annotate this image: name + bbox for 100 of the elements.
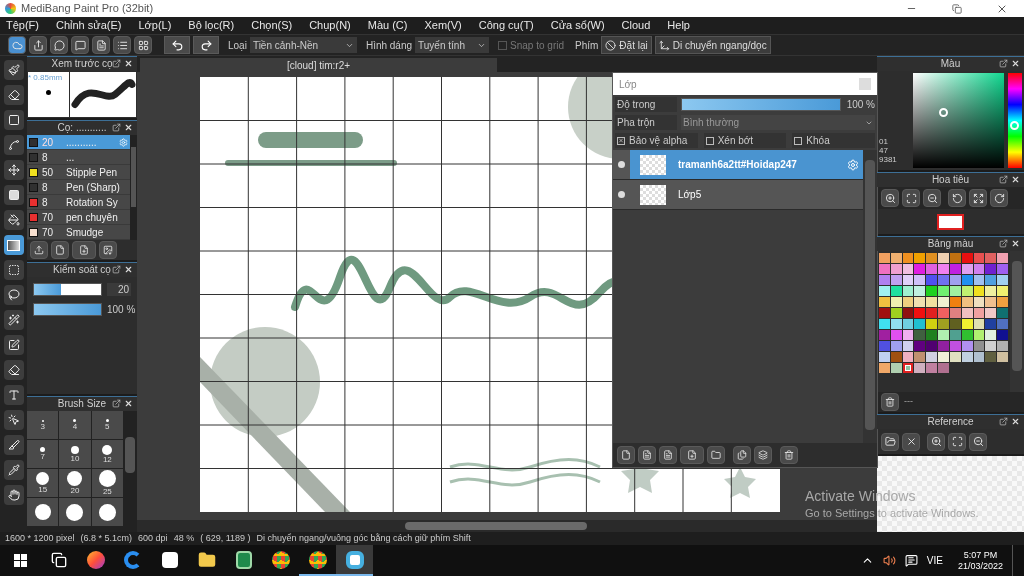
size-label: 15: [38, 485, 48, 494]
type-label: Loại: [228, 38, 247, 53]
panel-title: Màu: [940, 59, 961, 69]
opacity-label: Độ trong: [615, 97, 677, 112]
size-label: 25: [102, 487, 112, 496]
menu-item[interactable]: Tệp(F): [6, 17, 39, 34]
panel-title: Brush Size: [57, 399, 107, 409]
shape-dropdown[interactable]: Tuyến tính: [415, 37, 490, 53]
panel-title: Hoa tiêu: [931, 175, 970, 185]
type-value: Tiền cảnh-Nền: [252, 38, 319, 53]
clock[interactable]: 5:07 PM 21/03/2022: [957, 549, 1003, 572]
size-label: 7: [40, 452, 45, 461]
option-label: Khóa: [806, 134, 830, 148]
document-tab[interactable]: [cloud] tim:r2+: [140, 58, 497, 72]
date-text: 21/03/2022: [957, 560, 1003, 572]
reset-button[interactable]: Đặt lại: [601, 36, 652, 54]
brush-name: Pen (Sharp): [66, 180, 120, 195]
menu-item[interactable]: Cửa sổ(W): [550, 17, 605, 34]
brush-name: Smudge: [66, 225, 104, 240]
menu-item[interactable]: Chọn(S): [251, 17, 293, 34]
brush-size: 70: [42, 225, 55, 240]
opacity-value: 100 %: [845, 98, 875, 112]
option-label: Bảo vệ alpha: [629, 134, 688, 148]
snap-label: Snap to grid: [510, 38, 564, 53]
menu-item[interactable]: Cloud: [621, 17, 651, 34]
brush-row[interactable]: 8 Rotation Sy: [27, 195, 130, 210]
shape-label: Hình dáng: [365, 38, 413, 53]
size-label: 12: [102, 454, 112, 464]
layer-name: Lớp5: [678, 188, 702, 202]
menu-item[interactable]: Help: [667, 17, 690, 34]
option-checkbox[interactable]: Khóa: [792, 133, 875, 148]
blend-label: Pha trộn: [615, 115, 677, 130]
brush-size-text: * 0.85mm: [28, 72, 63, 84]
menu-item[interactable]: Lớp(L): [138, 17, 172, 34]
brush-row[interactable]: 70 pen chuyên: [27, 210, 130, 225]
language-indicator[interactable]: VIE: [926, 553, 943, 568]
panel-title: Bảng màu: [927, 239, 974, 249]
status-text: Di chuyển ngang/vuông góc bằng cách giữ phím Shift: [256, 531, 471, 545]
palette-footer-text: ---: [904, 395, 913, 409]
brush-size-cell[interactable]: 3: [27, 411, 59, 439]
menu-item[interactable]: Công cụ(T): [478, 17, 534, 34]
brush-name: ...: [66, 150, 75, 165]
brush-row[interactable]: 8 Pen (Sharp): [27, 180, 130, 195]
status-text: ( 629, 1189 ): [200, 531, 251, 545]
status-text: 600 dpi: [138, 531, 168, 545]
layer-name: tramanh6a2tt#Hoidap247: [678, 158, 797, 172]
brush-size-cell[interactable]: 12: [91, 440, 123, 468]
menu-item[interactable]: Chỉnh sửa(E): [56, 17, 122, 34]
panel-title: Cọ: ...........: [57, 123, 107, 133]
brush-name: Rotation Sy: [66, 195, 118, 210]
brush-size-cell[interactable]: 25: [91, 469, 123, 497]
brush-size-cell[interactable]: 5: [91, 411, 123, 439]
brush-size: 20: [42, 135, 55, 150]
size-label: 10: [70, 453, 80, 463]
status-text: (6.8 * 5.1cm): [80, 531, 133, 545]
color-value: 01: [879, 137, 889, 146]
menu-item[interactable]: Màu (C): [367, 17, 408, 34]
tab-title: [cloud] tim:r2+: [286, 58, 351, 73]
brush-size-cell[interactable]: 4: [59, 411, 91, 439]
panel-title: Xem trước cọ: [51, 59, 113, 69]
color-value: 47: [879, 146, 889, 155]
size-label: 20: [70, 486, 80, 495]
option-checkbox[interactable]: Xén bớt: [703, 133, 787, 148]
color-value: 9381: [879, 155, 898, 164]
brush-row[interactable]: 70 Smudge: [27, 225, 130, 240]
brush-row[interactable]: 8 ...: [27, 150, 130, 165]
blend-value: Bình thường: [683, 116, 740, 130]
brush-size-cell[interactable]: 10: [59, 440, 91, 468]
size-label: 4: [72, 422, 78, 431]
menu-item[interactable]: Bộ lọc(R): [188, 17, 235, 34]
shape-value: Tuyến tính: [418, 38, 465, 53]
brush-size: 50: [42, 165, 55, 180]
panel-title: Reference: [927, 417, 974, 427]
brush-size: 8: [42, 150, 49, 165]
move-button[interactable]: Di chuyển ngang/dọc: [654, 36, 771, 54]
brush-size-cell[interactable]: 7: [27, 440, 59, 468]
brush-row[interactable]: 50 Stipple Pen: [27, 165, 130, 180]
brush-size: 8: [42, 195, 49, 210]
panel-title: Lớp: [619, 77, 637, 92]
size-label: 3: [40, 421, 45, 431]
brush-size-cell[interactable]: 20: [59, 469, 91, 497]
size-value: 20: [107, 283, 131, 296]
option-label: Xén bớt: [717, 134, 754, 148]
blend-dropdown[interactable]: Bình thường: [681, 115, 875, 130]
brush-name: Stipple Pen: [66, 165, 118, 180]
activation-hint: Go to Settings to activate Windows.: [805, 506, 979, 521]
menu-item[interactable]: Xem(V): [424, 17, 462, 34]
menu-item[interactable]: Chụp(N): [309, 17, 351, 34]
status-text: 1600 * 1200 pixel: [5, 531, 75, 545]
option-checkbox[interactable]: Bảo vệ alpha: [615, 133, 698, 148]
panel-title: Kiểm soát cọ: [53, 265, 111, 275]
brush-size: 8: [42, 180, 49, 195]
brush-name: ...........: [66, 135, 97, 150]
brush-size: 70: [42, 210, 55, 225]
brush-name: pen chuyên: [66, 210, 118, 225]
status-text: 48 %: [173, 531, 195, 545]
key-label: Phím: [575, 38, 599, 53]
brush-size-cell[interactable]: 15: [27, 469, 59, 497]
layer-row[interactable]: Lớp5: [613, 180, 863, 210]
type-dropdown[interactable]: Tiền cảnh-Nền: [249, 37, 357, 53]
